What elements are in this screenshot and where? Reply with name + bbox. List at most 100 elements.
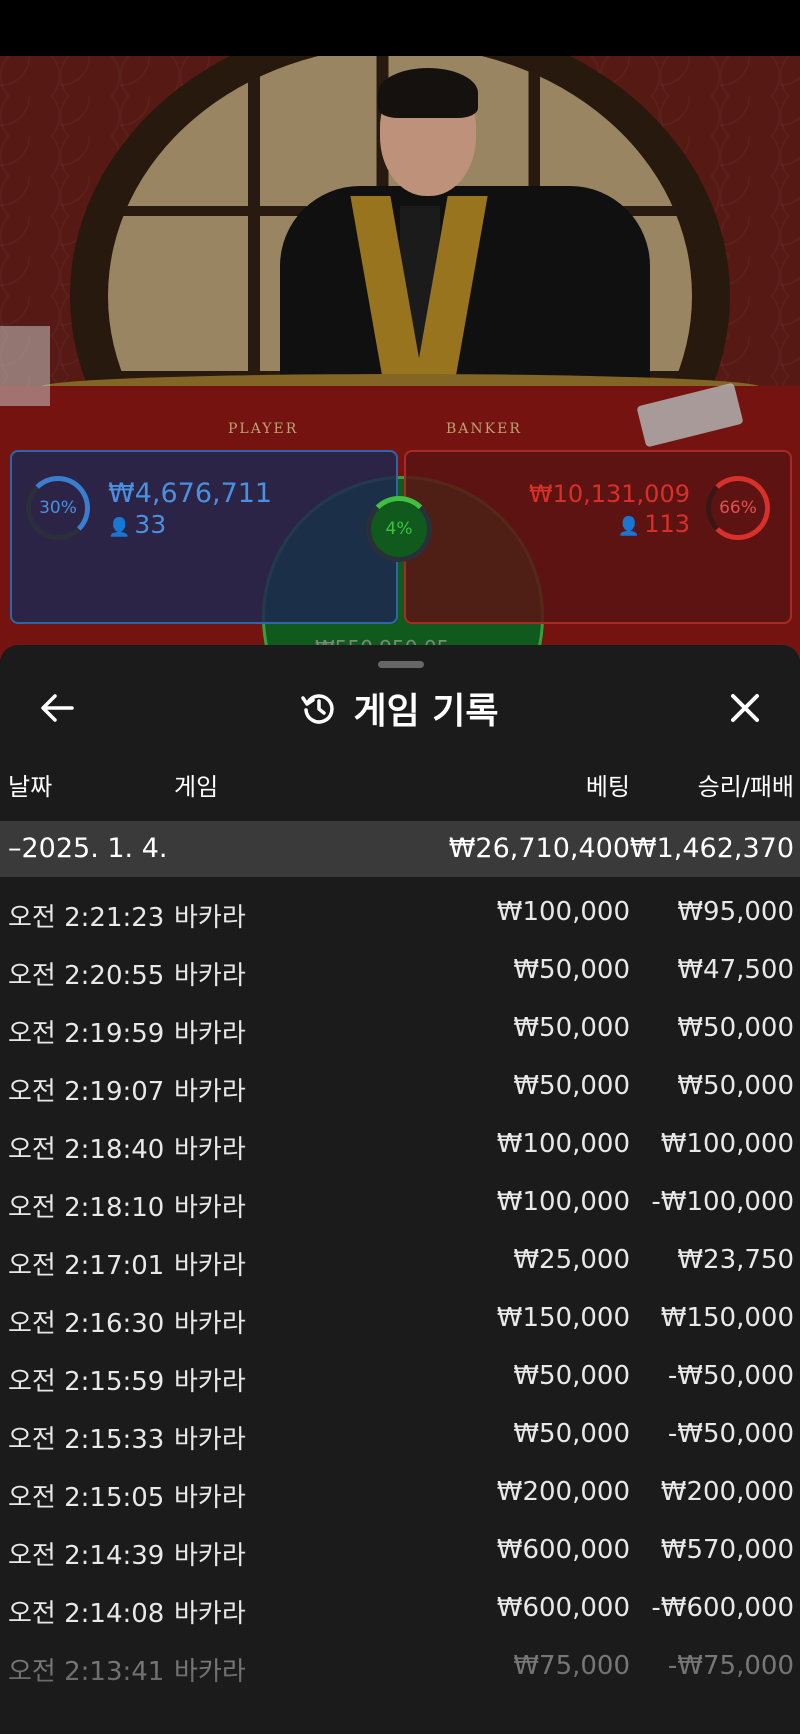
scroll-fade (0, 1665, 800, 1734)
row-bet: ₩50,000 (513, 1419, 630, 1449)
row-bet: ₩50,000 (513, 955, 630, 985)
sheet-header: 게임 기록 (0, 685, 800, 732)
row-bet: ₩100,000 (496, 1129, 630, 1159)
row-bet: ₩50,000 (513, 1361, 630, 1391)
row-time: 오전 2:18:10 (8, 1193, 165, 1223)
status-bar (0, 0, 800, 56)
group-win-total: ₩1,462,370 (629, 833, 794, 864)
row-game: 바카라 (174, 1599, 246, 1629)
sheet-drag-handle[interactable] (378, 661, 424, 668)
row-time: 오전 2:19:07 (8, 1077, 165, 1107)
row-time: 오전 2:15:33 (8, 1425, 165, 1455)
banker-user-count: 👤 113 (618, 510, 690, 538)
history-row[interactable]: 오전 2:15:59 바카라 ₩50,000 -₩50,000 (0, 1345, 800, 1403)
row-game: 바카라 (174, 1251, 246, 1281)
row-result: -₩50,000 (667, 1419, 794, 1449)
close-button[interactable] (724, 687, 766, 729)
player-user-count: 👤 33 (108, 510, 166, 539)
row-game: 바카라 (174, 1483, 246, 1513)
row-time: 오전 2:19:59 (8, 1019, 165, 1049)
row-game: 바카라 (174, 1193, 246, 1223)
row-result: ₩47,500 (677, 955, 794, 985)
row-result: ₩200,000 (660, 1477, 794, 1507)
history-row[interactable]: 오전 2:18:10 바카라 ₩100,000 -₩100,000 (0, 1171, 800, 1229)
row-bet: ₩200,000 (496, 1477, 630, 1507)
player-bet-amount: ₩4,676,711 (108, 478, 273, 509)
row-bet: ₩150,000 (496, 1303, 630, 1333)
banker-percent: 66% (719, 498, 757, 518)
history-row[interactable]: 오전 2:15:05 바카라 ₩200,000 ₩200,000 (0, 1461, 800, 1519)
row-result: ₩50,000 (677, 1071, 794, 1101)
history-row[interactable]: 오전 2:16:30 바카라 ₩150,000 ₩150,000 (0, 1287, 800, 1345)
row-bet: ₩100,000 (496, 897, 630, 927)
banker-users: 113 (644, 510, 690, 538)
player-percent: 30% (39, 498, 77, 518)
row-game: 바카라 (174, 903, 246, 933)
row-bet: ₩100,000 (496, 1187, 630, 1217)
row-game: 바카라 (174, 1541, 246, 1571)
row-game: 바카라 (174, 1019, 246, 1049)
row-result: ₩23,750 (677, 1245, 794, 1275)
row-bet: ₩50,000 (513, 1071, 630, 1101)
history-row[interactable]: 오전 2:14:08 바카라 ₩600,000 -₩600,000 (0, 1577, 800, 1635)
history-row[interactable]: 오전 2:20:55 바카라 ₩50,000 ₩47,500 (0, 939, 800, 997)
discard-tray (0, 326, 50, 406)
banker-bet-amount: ₩10,131,009 (528, 480, 690, 508)
table-player-label: PLAYER (228, 421, 299, 437)
user-icon: 👤 (108, 517, 131, 538)
history-row[interactable]: 오전 2:17:01 바카라 ₩25,000 ₩23,750 (0, 1229, 800, 1287)
sheet-title: 게임 기록 (353, 691, 499, 732)
row-result: ₩95,000 (677, 897, 794, 927)
row-bet: ₩25,000 (513, 1245, 630, 1275)
column-win-loss: 승리/패배 (697, 773, 794, 801)
row-game: 바카라 (174, 1135, 246, 1165)
row-game: 바카라 (174, 1309, 246, 1339)
row-result: ₩150,000 (660, 1303, 794, 1333)
history-row[interactable]: 오전 2:21:23 바카라 ₩100,000 ₩95,000 (0, 881, 800, 939)
user-icon: 👤 (617, 516, 641, 537)
group-bet-total: ₩26,710,400 (448, 833, 630, 864)
history-row[interactable]: 오전 2:15:33 바카라 ₩50,000 -₩50,000 (0, 1403, 800, 1461)
history-row[interactable]: 오전 2:14:39 바카라 ₩600,000 ₩570,000 (0, 1519, 800, 1577)
game-history-sheet: 게임 기록 날짜 게임 베팅 승리/패배 –2025. 1. 4. ₩26,71… (0, 645, 800, 1734)
row-game: 바카라 (174, 1425, 246, 1455)
row-time: 오전 2:14:08 (8, 1599, 165, 1629)
history-row[interactable]: 오전 2:19:59 바카라 ₩50,000 ₩50,000 (0, 997, 800, 1055)
row-bet: ₩600,000 (496, 1535, 630, 1565)
row-bet: ₩600,000 (496, 1593, 630, 1623)
tie-percent: 4% (385, 519, 413, 539)
row-result: ₩570,000 (660, 1535, 794, 1565)
column-date: 날짜 (8, 773, 53, 801)
row-game: 바카라 (174, 1077, 246, 1107)
column-game: 게임 (174, 773, 219, 801)
banker-percent-ring: 66% (706, 476, 770, 540)
row-time: 오전 2:21:23 (8, 903, 165, 933)
row-result: ₩100,000 (660, 1129, 794, 1159)
player-users: 33 (134, 510, 167, 539)
tie-percent-ring: 4% (366, 496, 432, 562)
column-headers: 날짜 게임 베팅 승리/패배 (0, 761, 800, 803)
row-result: -₩100,000 (651, 1187, 794, 1217)
history-list: 오전 2:21:23 바카라 ₩100,000 ₩95,000 오전 2:20:55 바… (0, 881, 800, 1693)
row-game: 바카라 (174, 1367, 246, 1397)
history-row[interactable]: 오전 2:19:07 바카라 ₩50,000 ₩50,000 (0, 1055, 800, 1113)
row-time: 오전 2:17:01 (8, 1251, 165, 1281)
history-row[interactable]: 오전 2:18:40 바카라 ₩100,000 ₩100,000 (0, 1113, 800, 1171)
row-time: 오전 2:15:59 (8, 1367, 165, 1397)
row-time: 오전 2:14:39 (8, 1541, 165, 1571)
group-date: –2025. 1. 4. (8, 833, 168, 864)
history-icon (301, 694, 335, 724)
row-time: 오전 2:18:40 (8, 1135, 165, 1165)
row-time: 오전 2:20:55 (8, 961, 165, 991)
row-result: -₩600,000 (651, 1593, 794, 1623)
player-percent-ring: 30% (26, 476, 90, 540)
row-result: -₩50,000 (667, 1361, 794, 1391)
date-group-row[interactable]: –2025. 1. 4. ₩26,710,400 ₩1,462,370 (0, 821, 800, 877)
table-banker-label: BANKER (446, 421, 522, 437)
close-icon (731, 694, 759, 722)
row-time: 오전 2:15:05 (8, 1483, 165, 1513)
row-game: 바카라 (174, 961, 246, 991)
row-result: ₩50,000 (677, 1013, 794, 1043)
row-bet: ₩50,000 (513, 1013, 630, 1043)
row-time: 오전 2:16:30 (8, 1309, 165, 1339)
